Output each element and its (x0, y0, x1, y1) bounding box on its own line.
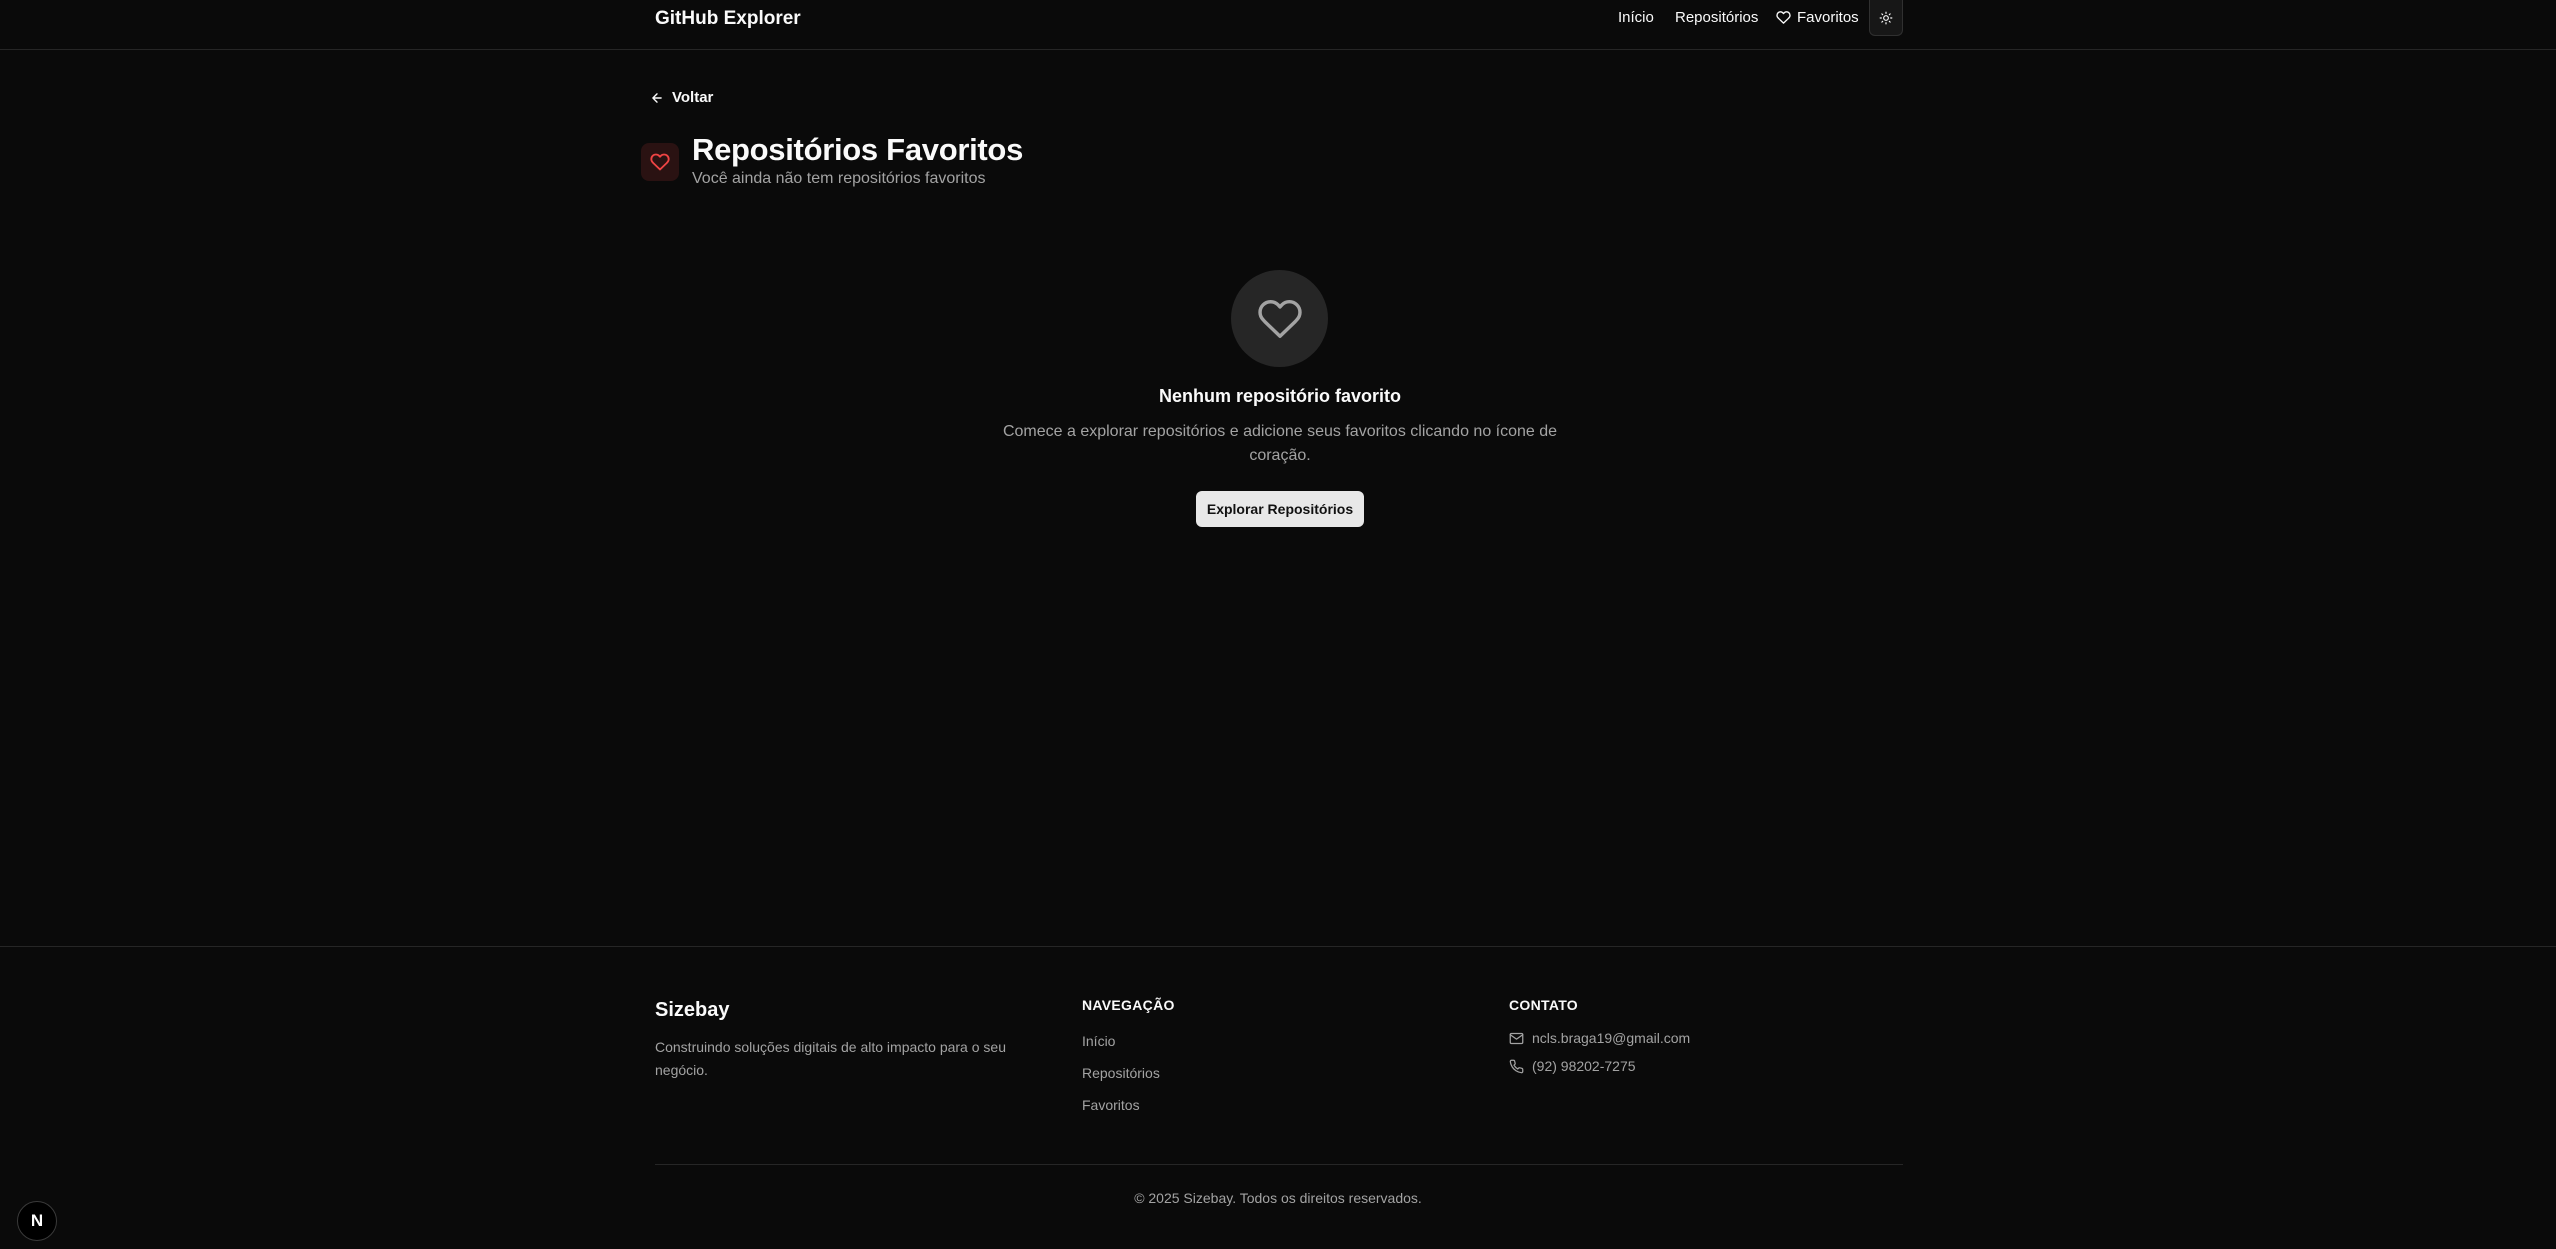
footer-nav-heading: NAVEGAÇÃO (1082, 997, 1175, 1013)
footer-copyright: © 2025 Sizebay. Todos os direitos reserv… (1134, 1190, 1422, 1206)
page-subtitle: Você ainda não tem repositórios favorito… (692, 170, 986, 187)
page: GitHub Explorer Início Repositórios Favo… (0, 0, 2556, 1249)
footer-link-inicio[interactable]: Início (1082, 1033, 1115, 1049)
brand-logo[interactable]: GitHub Explorer (655, 8, 801, 30)
footer-phone[interactable]: (92) 98202-7275 (1509, 1058, 1636, 1074)
back-link[interactable]: Voltar (650, 89, 713, 106)
page-title: Repositórios Favoritos (692, 132, 1024, 167)
empty-state-icon-circle (1231, 270, 1328, 367)
footer-divider (655, 1164, 1903, 1165)
empty-state-title: Nenhum repositório favorito (1158, 386, 1401, 406)
footer-description: Construindo soluções digitais de alto im… (655, 1039, 1006, 1078)
footer-link-favoritos[interactable]: Favoritos (1082, 1097, 1140, 1113)
heart-icon (650, 153, 670, 171)
site-footer: Sizebay Construindo soluções digitais de… (0, 946, 2556, 1249)
mail-icon (1509, 1032, 1524, 1044)
top-header: GitHub Explorer Início Repositórios Favo… (0, 0, 2556, 50)
heart-icon (1776, 11, 1791, 24)
footer-contact-heading: CONTATO (1509, 997, 1578, 1013)
footer-email[interactable]: ncls.braga19@gmail.com (1509, 1030, 1690, 1046)
footer-email-text: ncls.braga19@gmail.com (1532, 1030, 1691, 1046)
heart-icon (1257, 299, 1302, 338)
back-link-label: Voltar (672, 89, 714, 106)
theme-toggle-button[interactable] (1869, 0, 1903, 36)
empty-state-description: Comece a explorar repositórios e adicion… (1002, 423, 1558, 464)
nav-link-favoritos[interactable]: Favoritos (1776, 9, 1859, 26)
footer-brand: Sizebay (655, 999, 730, 1021)
sun-icon (1879, 11, 1893, 24)
phone-icon (1509, 1059, 1524, 1073)
nav-link-favoritos-label: Favoritos (1797, 9, 1859, 26)
nav-link-inicio[interactable]: Início (1618, 9, 1654, 26)
nav-link-repositorios[interactable]: Repositórios (1675, 9, 1758, 26)
favorites-title-icon-box (641, 143, 679, 181)
footer-phone-text: (92) 98202-7275 (1532, 1058, 1636, 1074)
dev-tools-badge[interactable]: N (17, 1201, 57, 1241)
footer-link-repositorios[interactable]: Repositórios (1082, 1065, 1160, 1081)
arrow-left-icon (652, 92, 662, 103)
explore-repositories-button[interactable]: Explorar Repositórios (1196, 491, 1364, 527)
